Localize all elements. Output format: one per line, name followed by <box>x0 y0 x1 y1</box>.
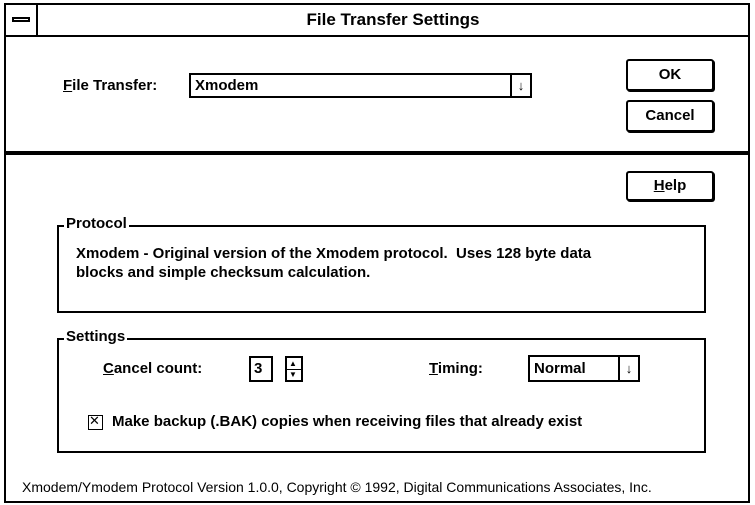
timing-value: Normal <box>534 360 586 377</box>
system-menu-button[interactable] <box>6 5 38 35</box>
spin-down-icon[interactable]: ▼ <box>289 369 297 380</box>
timing-label: Timing: <box>429 360 483 377</box>
timing-dropdown-arrow-icon[interactable]: ↓ <box>618 357 638 380</box>
cancel-count-spinner[interactable]: ▲ ▼ <box>285 356 303 382</box>
timing-dropdown[interactable]: Normal ↓ <box>528 355 640 382</box>
cancel-count-input[interactable]: 3 <box>249 356 273 382</box>
dropdown-arrow-icon[interactable]: ↓ <box>510 75 530 96</box>
file-transfer-label: File Transfer: <box>63 77 158 94</box>
protocol-group-label: Protocol <box>64 215 129 232</box>
window-title: File Transfer Settings <box>306 10 480 29</box>
file-transfer-dropdown[interactable]: Xmodem ↓ <box>189 73 532 98</box>
backup-checkbox[interactable]: ✕ <box>88 413 103 430</box>
cancel-count-label: Cancel count: <box>103 360 203 377</box>
settings-group-label: Settings <box>64 328 128 345</box>
help-button[interactable]: Help <box>626 171 714 201</box>
file-transfer-value: Xmodem <box>195 77 259 94</box>
divider <box>6 151 748 155</box>
dialog-window: File Transfer Settings File Transfer: Xm… <box>4 3 750 503</box>
system-menu-icon <box>12 17 30 22</box>
title-bar: File Transfer Settings <box>6 5 748 37</box>
backup-checkbox-label: Make backup (.BAK) copies when receiving… <box>112 413 583 430</box>
ok-button[interactable]: OK <box>626 59 714 91</box>
version-copyright-text: Xmodem/Ymodem Protocol Version 1.0.0, Co… <box>22 479 652 495</box>
protocol-description-line2: blocks and simple checksum calculation. <box>76 264 371 281</box>
cancel-count-value: 3 <box>254 360 263 377</box>
spin-up-icon[interactable]: ▲ <box>289 358 297 369</box>
protocol-description-line1: Xmodem - Original version of the Xmodem … <box>76 245 592 262</box>
cancel-button[interactable]: Cancel <box>626 100 714 132</box>
checkbox-mark-icon: ✕ <box>89 413 100 428</box>
